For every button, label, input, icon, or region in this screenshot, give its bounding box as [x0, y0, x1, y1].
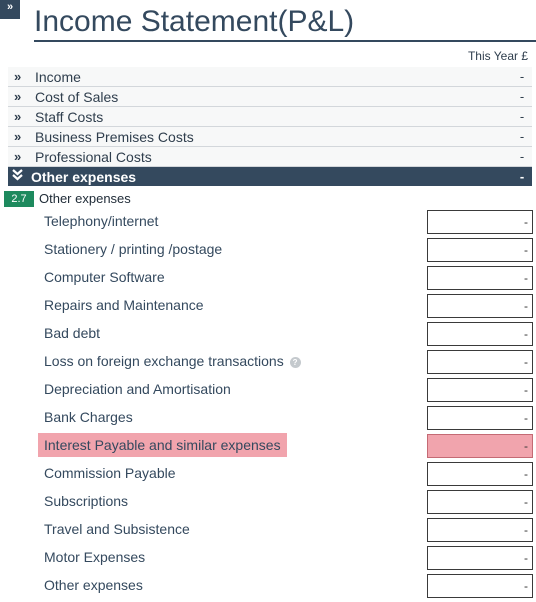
- section-other-expenses[interactable]: Other expenses -: [8, 167, 532, 186]
- section-label: Professional Costs: [35, 148, 152, 165]
- line-label-travel: Travel and Subsistence: [44, 521, 190, 537]
- telephony-input[interactable]: [427, 210, 533, 234]
- line-label-telephony: Telephony/internet: [44, 213, 159, 229]
- line-label-bad-debt: Bad debt: [44, 325, 101, 341]
- section-label: Income: [35, 68, 81, 85]
- interest-payable-input[interactable]: [427, 434, 533, 458]
- sidebar-toggle-button[interactable]: »: [0, 0, 20, 19]
- section-label: Cost of Sales: [35, 88, 119, 105]
- chevron-double-right-icon: »: [14, 129, 22, 144]
- chevron-double-right-icon: »: [14, 149, 22, 164]
- section-total: -: [519, 169, 525, 184]
- motor-input[interactable]: [427, 546, 533, 570]
- commission-input[interactable]: [427, 462, 533, 486]
- travel-input[interactable]: [427, 518, 533, 542]
- line-label-bank-charges: Bank Charges: [44, 409, 133, 425]
- section-label: Other expenses: [31, 168, 137, 185]
- line-label-motor: Motor Expenses: [44, 549, 146, 565]
- line-label-other-expenses: Other expenses: [44, 577, 143, 593]
- section-business-premises-costs[interactable]: » Business Premises Costs -: [8, 127, 532, 147]
- chevron-double-right-icon: »: [14, 109, 22, 124]
- section-label: Business Premises Costs: [35, 128, 194, 145]
- question-circle-icon[interactable]: ?: [289, 356, 301, 368]
- chevron-double-right-icon: »: [14, 89, 22, 104]
- line-label-text: Loss on foreign exchange transactions: [44, 353, 284, 369]
- page-title: Income Statement(P&L): [34, 2, 536, 42]
- subscriptions-input[interactable]: [427, 490, 533, 514]
- section-total: -: [519, 69, 525, 84]
- bad-debt-input[interactable]: [427, 322, 533, 346]
- line-label-fx-loss: Loss on foreign exchange transactions ?: [38, 349, 307, 373]
- section-total: -: [519, 129, 525, 144]
- section-staff-costs[interactable]: » Staff Costs -: [8, 107, 532, 127]
- line-label-commission: Commission Payable: [44, 465, 176, 481]
- stationery-input[interactable]: [427, 238, 533, 262]
- section-total: -: [519, 109, 525, 124]
- section-label: Staff Costs: [35, 108, 104, 125]
- line-label-depreciation: Depreciation and Amortisation: [44, 381, 231, 397]
- repairs-input[interactable]: [427, 294, 533, 318]
- line-label-repairs: Repairs and Maintenance: [44, 297, 204, 313]
- section-income[interactable]: » Income -: [8, 67, 532, 87]
- computer-software-input[interactable]: [427, 266, 533, 290]
- bank-charges-input[interactable]: [427, 406, 533, 430]
- chevron-double-down-icon: [8, 169, 31, 184]
- column-header-this-year: This Year £: [467, 49, 528, 63]
- section-cost-of-sales[interactable]: » Cost of Sales -: [8, 87, 532, 107]
- chevron-double-right-icon: »: [14, 69, 22, 84]
- line-label-subscriptions: Subscriptions: [44, 493, 129, 509]
- depreciation-input[interactable]: [427, 378, 533, 402]
- subsection-title: Other expenses: [39, 191, 131, 206]
- line-label-interest-payable: Interest Payable and similar expenses: [38, 433, 287, 457]
- section-professional-costs[interactable]: » Professional Costs -: [8, 147, 532, 167]
- other-expenses-input[interactable]: [427, 574, 533, 598]
- fx-loss-input[interactable]: [427, 350, 533, 374]
- line-label-computer-software: Computer Software: [44, 269, 165, 285]
- section-total: -: [519, 89, 525, 104]
- section-total: -: [519, 149, 525, 164]
- subsection-number-badge: 2.7: [4, 191, 34, 207]
- line-label-stationery: Stationery / printing /postage: [44, 241, 223, 257]
